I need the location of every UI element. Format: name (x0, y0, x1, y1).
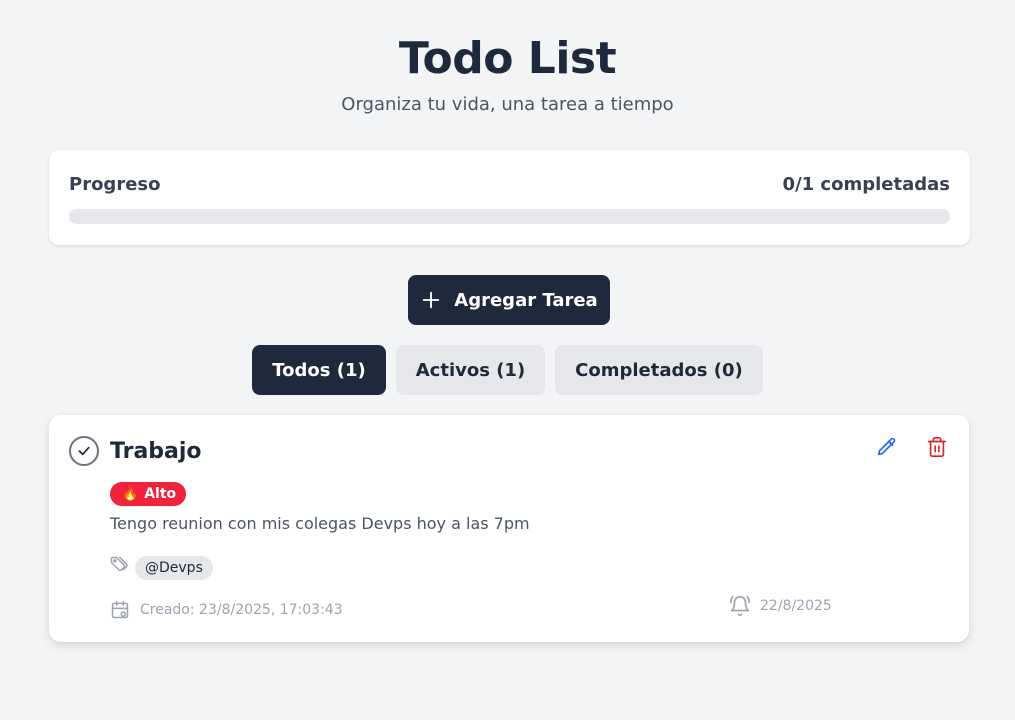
created-timestamp: Creado: 23/8/2025, 17:03:43 (140, 602, 343, 618)
complete-toggle[interactable] (69, 436, 99, 466)
task-card: Trabajo 🔥 Alto Tengo reunion con mis col… (49, 415, 969, 642)
add-task-label: Agregar Tarea (454, 289, 598, 311)
priority-badge: 🔥 Alto (110, 482, 187, 506)
progress-header: Progreso 0/1 completadas (69, 174, 950, 195)
plus-icon (423, 291, 440, 309)
page-subtitle: Organiza tu vida, una tarea a tiempo (341, 94, 674, 115)
tag-chip: @Devps (135, 556, 213, 580)
task-description: Tengo reunion con mis colegas Devps hoy … (110, 514, 530, 533)
task-title: Trabajo (110, 439, 202, 464)
progress-bar (69, 209, 950, 224)
delete-task-button[interactable] (925, 435, 949, 459)
trash-icon (927, 437, 947, 457)
due-date: 22/8/2025 (760, 598, 832, 614)
tag-icon (110, 556, 128, 572)
filter-tabs: Todos (1) Activos (1) Completados (0) (0, 345, 1015, 395)
filter-completed-button[interactable]: Completados (0) (555, 345, 763, 395)
page-header: Todo List Organiza tu vida, una tarea a … (0, 0, 1015, 115)
add-task-button[interactable]: Agregar Tarea (408, 275, 610, 325)
progress-count: 0/1 completadas (782, 174, 950, 195)
calendar-icon (111, 600, 129, 619)
filter-active-button[interactable]: Activos (1) (395, 345, 546, 395)
filter-all-button[interactable]: Todos (1) (252, 345, 386, 395)
pencil-icon (877, 437, 896, 456)
page-title: Todo List (398, 33, 617, 84)
check-icon (78, 446, 90, 456)
fire-icon: 🔥 (122, 486, 139, 502)
priority-label: Alto (144, 486, 177, 502)
edit-task-button[interactable] (875, 435, 899, 459)
bell-icon (730, 596, 750, 616)
progress-label: Progreso (69, 174, 161, 195)
progress-card: Progreso 0/1 completadas (49, 150, 970, 245)
